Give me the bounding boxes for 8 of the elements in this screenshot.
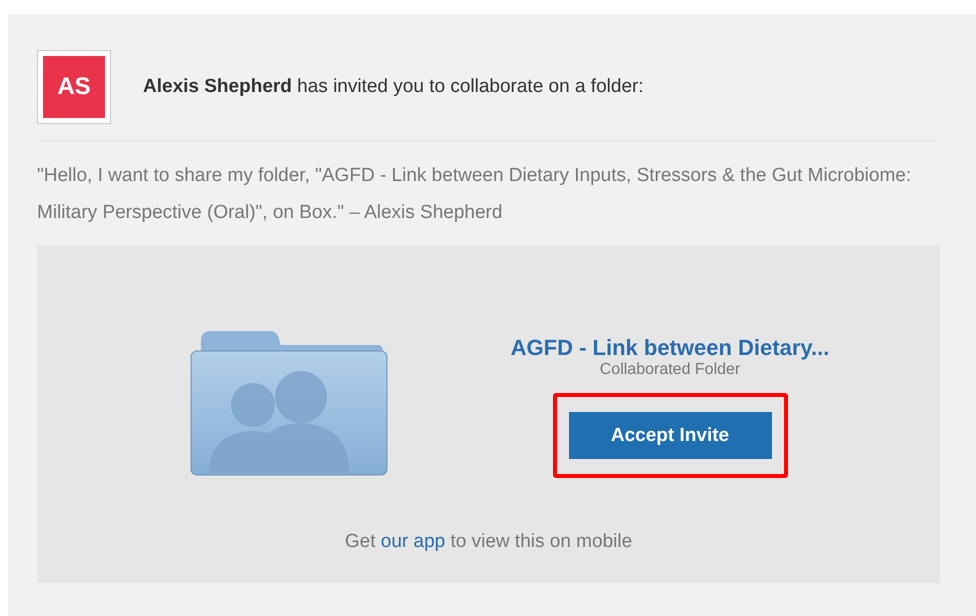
invite-message: "Hello, I want to share my folder, "AGFD - Link between Dietary Inputs, Stressors & the Gut Microbiome: Military Perspective (Oral)", on Box." – Alexis Shepherd	[37, 164, 912, 225]
invite-heading: Alexis Shepherd has invited you to collaborate on a folder:	[143, 76, 644, 98]
folder-name-link[interactable]: AGFD - Link between Dietary...	[510, 335, 830, 361]
accept-invite-button[interactable]: Accept Invite	[568, 412, 772, 459]
folder-type: Collaborated Folder	[600, 361, 740, 379]
avatar-initials: AS	[43, 56, 105, 118]
app-link[interactable]: our app	[380, 531, 446, 552]
mobile-app-note: Get our app to view this on mobile	[344, 531, 634, 553]
